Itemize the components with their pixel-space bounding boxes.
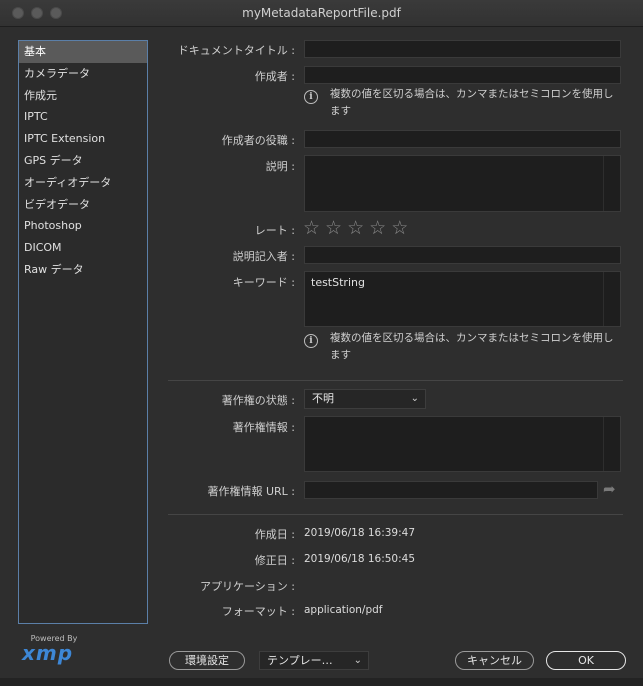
rating-label: レート : bbox=[254, 224, 295, 237]
copyright-status-select[interactable]: 不明 ⌄ bbox=[304, 389, 426, 409]
sidebar-item-origin[interactable]: 作成元 bbox=[19, 85, 147, 107]
keywords-scrollbar[interactable] bbox=[603, 272, 620, 326]
preferences-button[interactable]: 環境設定 bbox=[169, 651, 245, 670]
copyright-url-field[interactable] bbox=[304, 481, 598, 499]
chevron-down-icon: ⌄ bbox=[410, 393, 419, 404]
created-value: 2019/06/18 16:39:47 bbox=[304, 527, 416, 539]
ok-button[interactable]: OK bbox=[546, 651, 626, 670]
description-label: 説明 : bbox=[265, 160, 295, 173]
section-divider bbox=[168, 514, 623, 515]
sidebar-item-photoshop[interactable]: Photoshop bbox=[19, 215, 147, 237]
copyright-notice-textarea[interactable] bbox=[304, 416, 621, 472]
format-label: フォーマット : bbox=[221, 605, 295, 618]
sidebar-item-raw-data[interactable]: Raw データ bbox=[19, 259, 147, 281]
sidebar-item-iptc-extension[interactable]: IPTC Extension bbox=[19, 128, 147, 150]
description-writer-label: 説明記入者 : bbox=[232, 250, 295, 263]
keywords-label: キーワード : bbox=[232, 276, 295, 289]
template-label: テンプレー… bbox=[267, 654, 333, 667]
keywords-value: testString bbox=[311, 276, 365, 289]
star-icon-5[interactable]: ☆ bbox=[391, 218, 408, 238]
star-icon-2[interactable]: ☆ bbox=[325, 218, 342, 238]
created-label: 作成日 : bbox=[254, 528, 295, 541]
document-title-label: ドキュメントタイトル : bbox=[177, 44, 295, 57]
sidebar-item-camera-data[interactable]: カメラデータ bbox=[19, 63, 147, 85]
cancel-button[interactable]: キャンセル bbox=[455, 651, 534, 670]
background-window-strip bbox=[0, 678, 643, 686]
modified-value: 2019/06/18 16:50:45 bbox=[304, 553, 416, 565]
format-value: application/pdf bbox=[304, 604, 383, 616]
author-hint: 複数の値を区切る場合は、カンマまたはセミコロンを使用します bbox=[330, 88, 614, 117]
window-title: myMetadataReportFile.pdf bbox=[242, 6, 401, 20]
template-dropdown[interactable]: テンプレー… ⌄ bbox=[259, 651, 369, 670]
document-title-field[interactable] bbox=[304, 40, 621, 58]
copyright-status-label: 著作権の状態 : bbox=[221, 394, 295, 407]
title-bar: myMetadataReportFile.pdf bbox=[0, 0, 643, 27]
info-icon: i bbox=[304, 90, 318, 104]
info-icon: i bbox=[304, 334, 318, 348]
description-textarea[interactable] bbox=[304, 155, 621, 212]
star-icon-1[interactable]: ☆ bbox=[303, 218, 320, 238]
modified-label: 修正日 : bbox=[254, 554, 295, 567]
sidebar-item-basic[interactable]: 基本 bbox=[19, 41, 147, 63]
sidebar-item-audio-data[interactable]: オーディオデータ bbox=[19, 172, 147, 194]
copyright-url-label: 著作権情報 URL : bbox=[207, 485, 295, 498]
xmp-logo: Powered By xmp bbox=[22, 634, 92, 663]
copyright-notice-label: 著作権情報 : bbox=[232, 421, 295, 434]
xmp-wordmark: xmp bbox=[22, 641, 74, 665]
section-divider bbox=[168, 380, 623, 381]
chevron-down-icon: ⌄ bbox=[353, 655, 362, 666]
sidebar-item-iptc[interactable]: IPTC bbox=[19, 106, 147, 128]
keywords-hint: 複数の値を区切る場合は、カンマまたはセミコロンを使用します bbox=[330, 332, 614, 361]
star-icon-3[interactable]: ☆ bbox=[347, 218, 364, 238]
sidebar-item-video-data[interactable]: ビデオデータ bbox=[19, 194, 147, 216]
open-url-icon[interactable]: ➦ bbox=[603, 480, 616, 498]
sidebar-item-gps-data[interactable]: GPS データ bbox=[19, 150, 147, 172]
author-title-field[interactable] bbox=[304, 130, 621, 148]
description-scrollbar[interactable] bbox=[603, 156, 620, 211]
application-label: アプリケーション : bbox=[200, 580, 295, 593]
author-field[interactable] bbox=[304, 66, 621, 84]
rating-stars: ☆ ☆ ☆ ☆ ☆ bbox=[303, 218, 408, 238]
keywords-textarea[interactable]: testString bbox=[304, 271, 621, 327]
description-writer-field[interactable] bbox=[304, 246, 621, 264]
sidebar-item-dicom[interactable]: DICOM bbox=[19, 237, 147, 259]
copyright-notice-scrollbar[interactable] bbox=[603, 417, 620, 471]
copyright-status-value: 不明 bbox=[312, 392, 334, 405]
author-label: 作成者 : bbox=[254, 70, 295, 83]
author-title-label: 作成者の役職 : bbox=[221, 134, 295, 147]
star-icon-4[interactable]: ☆ bbox=[369, 218, 386, 238]
category-sidebar: 基本 カメラデータ 作成元 IPTC IPTC Extension GPS デー… bbox=[18, 40, 148, 624]
